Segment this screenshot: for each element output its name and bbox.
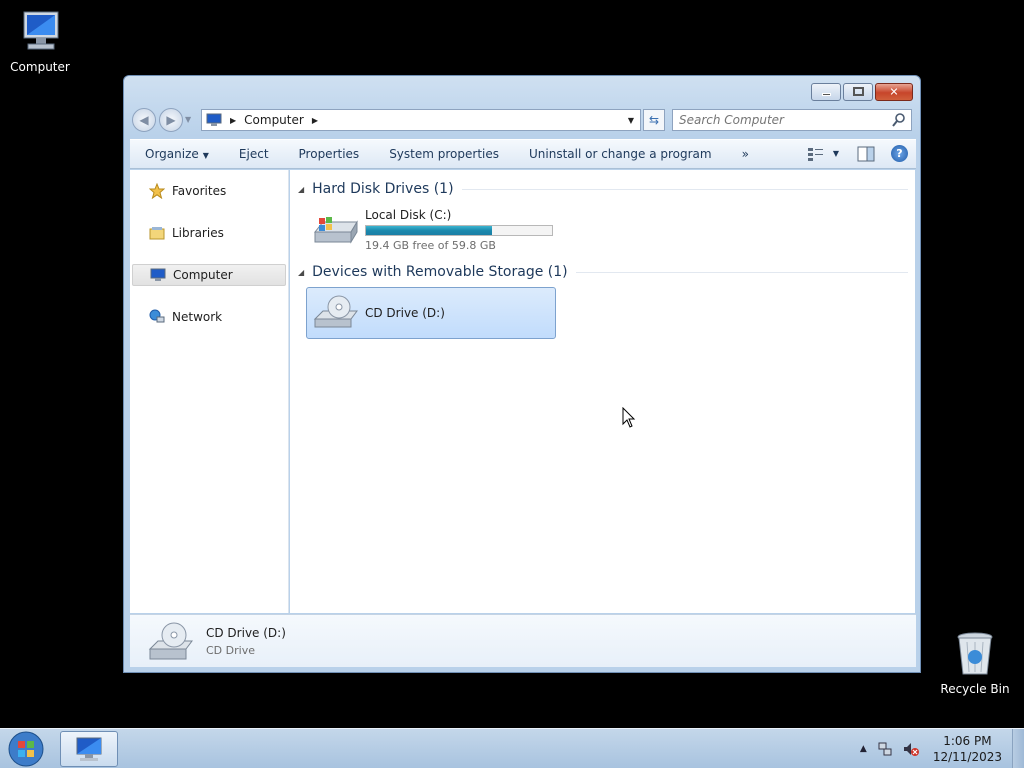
chevron-down-icon: ▼ [832,149,839,158]
disk-usage-bar [365,225,553,236]
address-bar[interactable]: ▶ Computer ▶ ▼ [201,109,641,131]
change-view-button[interactable]: ▼ [807,147,839,161]
breadcrumb-separator-icon[interactable]: ▶ [230,116,236,125]
close-icon: ✕ [889,85,899,99]
cd-drive-icon [148,622,193,660]
drive-name: CD Drive (D:) [365,306,445,320]
collapse-triangle-icon: ◢ [298,184,305,194]
network-tray-icon[interactable] [877,741,893,757]
mouse-cursor-icon [622,407,636,428]
navigation-bar: ◀ ▶ ▼ ▶ Computer ▶ ▼ ⇆ [130,106,916,134]
taskbar-explorer-button[interactable] [60,731,118,767]
computer-icon [23,11,59,50]
navigation-pane: Favorites Libraries Computer Network [130,170,289,613]
disk-usage-fill [366,226,492,235]
star-icon [148,182,166,200]
nav-item-label: Network [172,310,223,324]
drive-name: Local Disk (C:) [365,208,452,222]
windows-logo-icon [8,731,44,767]
recent-pages-dropdown[interactable]: ▼ [185,115,191,124]
help-icon[interactable]: ? [891,145,908,162]
system-clock[interactable]: 1:06 PM 12/11/2023 [933,733,1002,765]
nav-item-favorites[interactable]: Favorites [132,180,286,202]
start-button[interactable] [6,731,46,767]
libraries-icon [148,224,166,242]
organize-menu[interactable]: Organize ▼ [130,147,224,161]
properties-button[interactable]: Properties [284,147,375,161]
group-divider [575,271,908,273]
nav-item-label: Favorites [172,184,227,198]
details-pane: CD Drive (D:) CD Drive [130,614,916,667]
group-header-hard-disk-drives[interactable]: ◢ Hard Disk Drives (1) [298,181,908,197]
uninstall-program-button[interactable]: Uninstall or change a program [514,147,727,161]
computer-icon [206,113,222,126]
desktop-icon-recycle-bin[interactable]: Recycle Bin [935,630,1015,696]
search-icon [892,113,905,127]
preview-pane-icon[interactable] [857,146,875,162]
chevron-down-icon: ▼ [202,151,209,160]
nav-item-label: Computer [173,268,233,282]
forward-button[interactable]: ▶ [159,108,183,132]
breadcrumb-separator-icon[interactable]: ▶ [312,116,318,125]
drive-info: Local Disk (C:) 19.4 GB free of 59.8 GB [365,208,553,252]
back-button[interactable]: ◀ [132,108,156,132]
search-box[interactable] [672,109,912,131]
notification-area: ▲ 1:06 PM 12/11/2023 [860,729,1024,768]
network-icon [148,308,166,326]
nav-item-label: Libraries [172,226,224,240]
minimize-button[interactable] [811,83,841,101]
caption-buttons: ✕ [809,83,913,101]
maximize-icon [853,87,864,96]
details-title: CD Drive (D:) [206,625,286,640]
drive-tile-cd-drive-d[interactable]: CD Drive (D:) [306,287,556,339]
hard-drive-icon [313,217,358,244]
forward-arrow-icon: ▶ [166,113,176,127]
group-title: Devices with Removable Storage (1) [312,264,568,280]
drive-free-space: 19.4 GB free of 59.8 GB [365,239,496,252]
group-divider [461,188,908,190]
view-options-icon [807,147,823,161]
search-input[interactable] [673,110,883,130]
taskbar: ▲ 1:06 PM 12/11/2023 [0,728,1024,768]
details-text: CD Drive (D:) CD Drive [206,626,286,657]
minimize-icon [822,93,831,96]
collapse-triangle-icon: ◢ [298,267,305,277]
view-controls: ▼ ? [797,145,908,162]
recycle-bin-icon [957,632,993,675]
nav-item-libraries[interactable]: Libraries [132,222,286,244]
desktop-icon-label: Recycle Bin [940,682,1010,696]
nav-item-computer[interactable]: Computer [132,264,286,286]
refresh-icon: ⇆ [648,113,660,127]
computer-icon [149,266,167,284]
volume-muted-icon[interactable] [903,741,919,757]
back-arrow-icon: ◀ [139,113,149,127]
refresh-button[interactable]: ⇆ [643,109,665,131]
content-pane: ◢ Hard Disk Drives (1) Local Disk (C:) 1… [290,170,915,613]
command-bar: Organize ▼ Eject Properties System proper… [130,139,916,169]
organize-label: Organize [145,147,199,161]
explorer-window: ✕ ◀ ▶ ▼ ▶ Computer ▶ ▼ ⇆ Organize▼ Eject… [123,75,921,673]
group-title: Hard Disk Drives (1) [312,181,454,197]
details-subtitle: CD Drive [206,643,255,657]
nav-item-network[interactable]: Network [132,306,286,328]
breadcrumb-computer[interactable]: Computer [244,113,304,127]
cd-drive-icon [313,295,358,328]
computer-icon [76,737,102,761]
eject-button[interactable]: Eject [224,147,284,161]
drive-tile-local-disk-c[interactable]: Local Disk (C:) 19.4 GB free of 59.8 GB [306,204,556,256]
desktop-icon-computer[interactable]: Computer [0,8,80,74]
system-properties-button[interactable]: System properties [374,147,514,161]
clock-date: 12/11/2023 [932,750,1002,764]
clock-time: 1:06 PM [943,734,992,748]
close-button[interactable]: ✕ [875,83,913,101]
desktop-icon-label: Computer [10,60,70,74]
more-commands-button[interactable]: » [727,147,764,161]
show-hidden-icons-icon[interactable]: ▲ [860,744,867,754]
address-dropdown-icon[interactable]: ▼ [628,116,634,125]
group-header-removable-storage[interactable]: ◢ Devices with Removable Storage (1) [298,264,908,280]
maximize-button[interactable] [843,83,873,101]
show-desktop-button[interactable] [1012,729,1024,768]
